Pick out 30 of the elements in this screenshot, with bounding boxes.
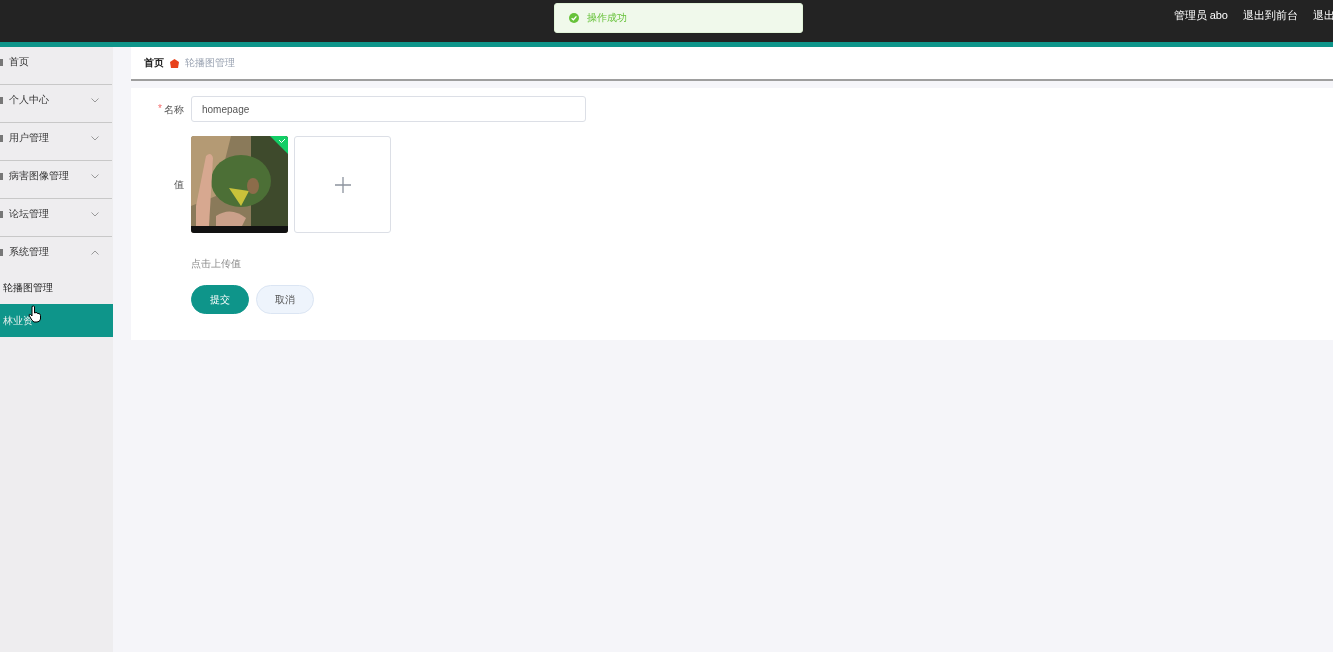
success-check-icon [270, 136, 288, 154]
header-link[interactable]: 退出到前台 [1243, 7, 1298, 23]
breadcrumb-link[interactable]: 首页 [144, 56, 164, 70]
name-field[interactable]: homepage [191, 96, 586, 122]
plus-icon [334, 176, 351, 193]
chevron-down-icon [91, 211, 99, 217]
upload-hint: 点击上传值 [191, 257, 242, 271]
chevron-up-icon [91, 249, 99, 255]
chevron-down-icon [91, 97, 99, 103]
submenu-item[interactable]: 轮播图管理 [0, 271, 113, 304]
menu-item[interactable]: 论坛管理 [0, 199, 113, 229]
submit-button[interactable]: 提交 [191, 285, 249, 314]
cancel-button[interactable]: 取消 [256, 285, 314, 314]
user-name: 管理员 abo [1173, 7, 1228, 23]
chevron-down-icon [91, 135, 99, 141]
menu-item[interactable]: 用户管理 [0, 123, 113, 153]
upload-button[interactable] [294, 136, 391, 233]
menu-item[interactable]: 病害图像管理 [0, 161, 113, 191]
success-icon [569, 13, 579, 23]
menu-item[interactable]: 系统管理 [0, 237, 113, 267]
toast-text: 操作成功 [587, 11, 627, 25]
header-link[interactable]: 退出 [1313, 7, 1333, 23]
field-label: 值 [174, 178, 184, 192]
field-label: 名称 [164, 103, 184, 117]
menu-item[interactable]: 首页 [0, 47, 113, 77]
home-icon [170, 58, 179, 68]
menu-item[interactable]: 个人中心 [0, 85, 113, 115]
required-mark: * [158, 103, 162, 114]
breadcrumb-current: 轮播图管理 [185, 56, 235, 70]
chevron-down-icon [91, 173, 99, 179]
